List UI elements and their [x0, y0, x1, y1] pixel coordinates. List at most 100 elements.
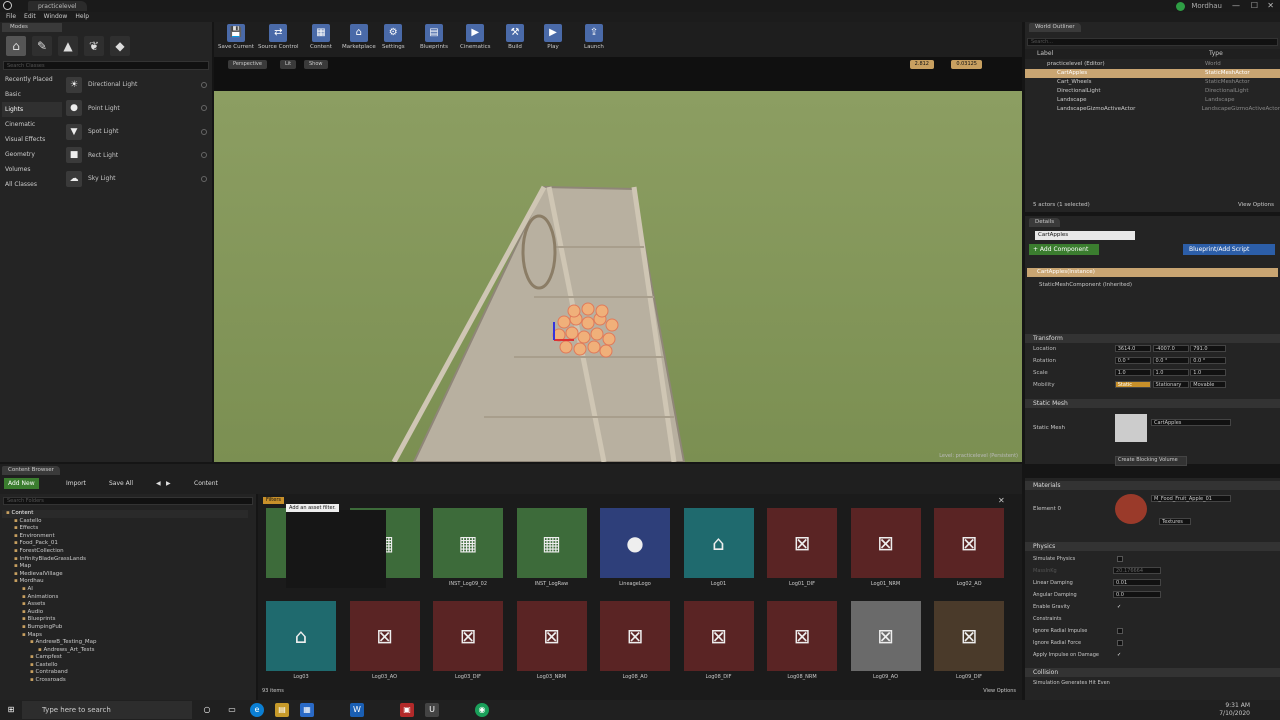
details-tab[interactable]: Details: [1029, 218, 1061, 227]
physics-section[interactable]: Physics: [1025, 542, 1280, 551]
geometry-mode-icon[interactable]: ◆: [110, 36, 130, 56]
forward-icon[interactable]: ▶: [162, 478, 175, 489]
outliner-row[interactable]: Landscape Landscape: [1025, 96, 1280, 105]
info-icon[interactable]: [201, 81, 207, 88]
paint-mode-icon[interactable]: ✎: [32, 36, 52, 56]
outliner-row[interactable]: practicelevel (Editor) World: [1025, 60, 1280, 69]
content-button[interactable]: ▦ Content: [310, 24, 332, 56]
folder-item[interactable]: ▪ Content: [2, 510, 248, 518]
transform-section[interactable]: Transform: [1025, 334, 1280, 343]
location-y[interactable]: -4007.0: [1152, 345, 1189, 352]
scale-x[interactable]: 1.0: [1114, 369, 1151, 376]
outliner-row[interactable]: CartApples StaticMeshActor: [1025, 69, 1280, 78]
close-icon[interactable]: ✕: [1267, 1, 1274, 10]
edge-icon[interactable]: e: [250, 703, 264, 717]
location-x[interactable]: 3614.0: [1114, 345, 1151, 352]
folder-item[interactable]: ▪ Assets: [2, 601, 248, 609]
windows-start-icon[interactable]: ⊞: [4, 703, 18, 717]
placeable-sky-light[interactable]: ☁ Sky Light: [63, 167, 209, 191]
static-mesh-section[interactable]: Static Mesh: [1025, 399, 1280, 408]
folder-item[interactable]: ▪ ForestCollection: [2, 548, 248, 556]
source-control-button[interactable]: ⇄ Source Control: [258, 24, 299, 56]
component-row[interactable]: StaticMeshComponent (Inherited): [1039, 282, 1132, 288]
filters-button[interactable]: Filters: [263, 497, 284, 504]
folder-item[interactable]: ▪ Effects: [2, 525, 248, 533]
task-view-icon[interactable]: ▭: [225, 703, 239, 717]
folder-item[interactable]: ▪ Castello: [2, 662, 248, 670]
category-cinematic[interactable]: Cinematic: [2, 117, 62, 132]
cinematics-button[interactable]: ▶ Cinematics: [460, 24, 491, 56]
radial-impulse-checkbox[interactable]: [1117, 628, 1123, 634]
asset-tile[interactable]: ⊠ Log02_AO: [934, 508, 1004, 593]
asset-tile[interactable]: ⌂ Log03: [266, 601, 336, 686]
simulate-checkbox[interactable]: [1117, 556, 1123, 562]
scale-y[interactable]: 1.0: [1152, 369, 1189, 376]
category-volumes[interactable]: Volumes: [2, 162, 62, 177]
textures-dropdown[interactable]: Textures: [1159, 518, 1191, 525]
folder-item[interactable]: ▪ Mordhau: [2, 578, 248, 586]
folder-item[interactable]: ▪ Castello: [2, 518, 248, 526]
chrome-icon[interactable]: ◉: [475, 703, 489, 717]
place-mode-icon[interactable]: ⌂: [6, 36, 26, 56]
folder-item[interactable]: ▪ AndrewB_Testing_Map: [2, 639, 248, 647]
category-all-classes[interactable]: All Classes: [2, 177, 62, 192]
outliner-tab[interactable]: World Outliner: [1029, 23, 1081, 32]
minimize-icon[interactable]: —: [1232, 1, 1240, 10]
outliner-row[interactable]: DirectionalLight DirectionalLight: [1025, 87, 1280, 96]
asset-tile[interactable]: ⊠ Log03_DIF: [433, 601, 503, 686]
folder-item[interactable]: ▪ BumpingPub: [2, 624, 248, 632]
label-column[interactable]: Label: [1037, 49, 1053, 59]
folder-item[interactable]: ▪ Campfest: [2, 654, 248, 662]
mesh-thumbnail[interactable]: [1115, 414, 1147, 442]
folder-item[interactable]: ▪ InfinityBladeGrassLands: [2, 556, 248, 564]
cortana-icon[interactable]: ○: [200, 703, 214, 717]
asset-tile[interactable]: ⊠ Log09_AO: [850, 601, 921, 686]
asset-tile[interactable]: ▦ INST_Log09_02: [433, 508, 503, 593]
folder-item[interactable]: ▪ Andrews_Art_Tests: [2, 647, 248, 655]
save-all-button[interactable]: Save All: [105, 478, 137, 489]
add-component-button[interactable]: + Add Component: [1029, 244, 1099, 255]
info-icon[interactable]: [201, 105, 207, 112]
asset-tile[interactable]: ⊠ Log03_AO: [349, 601, 420, 686]
landscape-mode-icon[interactable]: ▲: [58, 36, 78, 56]
outliner-view-options[interactable]: View Options: [1238, 202, 1274, 208]
close-filter-icon[interactable]: ✕: [998, 496, 1005, 505]
outliner-row[interactable]: LandscapeGizmoActiveActor LandscapeGizmoA…: [1025, 105, 1280, 114]
folder-item[interactable]: ▪ Audio: [2, 609, 248, 617]
mobility-static[interactable]: Static: [1114, 381, 1151, 388]
add-new-button[interactable]: Add New: [4, 478, 39, 489]
path-content[interactable]: Content: [190, 478, 222, 489]
type-column[interactable]: Type: [1209, 49, 1223, 59]
collision-section[interactable]: Collision: [1025, 668, 1280, 677]
asset-tile[interactable]: ⊠ Log08_AO: [600, 601, 670, 686]
menu-edit[interactable]: Edit: [24, 12, 36, 22]
store-icon[interactable]: ▦: [300, 703, 314, 717]
taskbar-search-input[interactable]: Type here to search: [22, 701, 192, 719]
asset-tile[interactable]: ⊠ Log03_NRM: [516, 601, 587, 686]
blueprint-script-button[interactable]: Blueprint/Add Script: [1183, 244, 1275, 255]
asset-tile[interactable]: ⊠ Log01_DIF: [767, 508, 837, 593]
placeable-spot-light[interactable]: ▼ Spot Light: [63, 120, 209, 144]
red-app-icon[interactable]: ▣: [400, 703, 414, 717]
asset-tile[interactable]: ⊠ Log08_DIF: [683, 601, 754, 686]
content-view-options[interactable]: View Options: [983, 688, 1016, 694]
category-basic[interactable]: Basic: [2, 87, 62, 102]
save-current-button[interactable]: 💾 Save Current: [218, 24, 254, 56]
outliner-row[interactable]: Cart_Wheels StaticMeshActor: [1025, 78, 1280, 87]
file-explorer-icon[interactable]: ▤: [275, 703, 289, 717]
category-lights[interactable]: Lights: [2, 102, 62, 117]
play-button[interactable]: ▶ Play: [544, 24, 562, 56]
category-recently-placed[interactable]: Recently Placed: [2, 72, 62, 87]
folder-item[interactable]: ▪ Crossroads: [2, 677, 248, 685]
materials-section[interactable]: Materials: [1025, 481, 1280, 490]
angular-damping-field[interactable]: 0.0: [1113, 591, 1161, 598]
material-thumbnail[interactable]: [1115, 494, 1147, 524]
folder-item[interactable]: ▪ Maps: [2, 632, 248, 640]
info-icon[interactable]: [201, 128, 207, 135]
placeable-directional-light[interactable]: ☀ Directional Light: [63, 73, 209, 97]
outliner-search-input[interactable]: Search...: [1027, 38, 1278, 46]
marketplace-button[interactable]: ⌂ Marketplace: [342, 24, 376, 56]
class-search-input[interactable]: Search Classes: [3, 61, 209, 70]
perspective-button[interactable]: Perspective: [228, 60, 267, 69]
maximize-icon[interactable]: ☐: [1251, 1, 1258, 10]
